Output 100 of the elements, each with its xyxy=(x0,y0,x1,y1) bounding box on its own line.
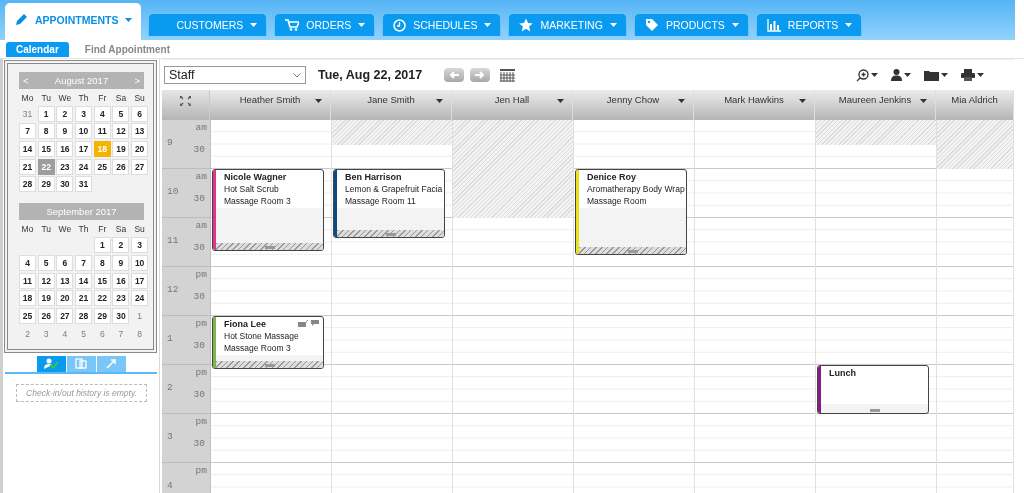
resize-handle[interactable] xyxy=(265,364,275,368)
calendar-day[interactable]: 8 xyxy=(37,123,55,140)
calendar-day[interactable]: 7 xyxy=(112,325,130,342)
calendar-day[interactable]: 20 xyxy=(56,290,74,307)
calendar-day[interactable]: 22 xyxy=(93,290,111,307)
calendar-day[interactable]: 14 xyxy=(75,272,93,289)
calendar-day[interactable]: 28 xyxy=(19,176,36,193)
calendar-day[interactable]: 7 xyxy=(75,254,93,271)
resize-handle[interactable] xyxy=(870,409,880,412)
calendar-day[interactable]: 14 xyxy=(19,141,36,158)
calendar-day[interactable]: 9 xyxy=(56,123,74,140)
resize-handle[interactable] xyxy=(628,249,638,253)
panel-tab[interactable] xyxy=(66,355,96,372)
calendar-day[interactable]: 21 xyxy=(75,290,93,307)
calendar-day[interactable]: 13 xyxy=(56,272,74,289)
resize-strip[interactable] xyxy=(216,361,323,369)
appointment-card[interactable]: Denice Roy Aromatherapy Body Wrap Massage Room xyxy=(575,169,687,255)
staff-column-header[interactable]: Mark Hawkins xyxy=(694,90,815,120)
calendar-day[interactable]: 1 xyxy=(131,307,149,324)
calendar-day[interactable]: 30 xyxy=(112,307,130,324)
calendar-day[interactable]: 28 xyxy=(75,307,93,324)
calendar-day[interactable]: 1 xyxy=(37,105,55,122)
calendar-day[interactable]: 21 xyxy=(19,158,36,175)
calendar-day[interactable]: 25 xyxy=(93,158,111,175)
calendar-day[interactable]: 30 xyxy=(56,176,74,193)
calendar-day[interactable]: 19 xyxy=(112,141,130,158)
appointment-card[interactable]: Fiona Lee Hot Stone Massage Massage Room 3 xyxy=(212,316,324,370)
toolbar-menu-button[interactable] xyxy=(856,68,878,82)
calendar-day[interactable]: 4 xyxy=(93,105,111,122)
calendar-day[interactable]: 27 xyxy=(131,158,149,175)
schedule-column[interactable]: Lunch xyxy=(816,120,937,493)
appointment-card[interactable]: Nicole Wagner Hot Salt Scrub Massage Room 3 xyxy=(212,169,324,251)
calendar-day[interactable]: 27 xyxy=(56,307,74,324)
schedule-column[interactable]: Nicole Wagner Hot Salt Scrub Massage Room 3 Fiona Lee Hot Stone Massage Massage Room 3 xyxy=(211,120,332,493)
calendar-day[interactable]: 18 xyxy=(19,290,36,307)
toolbar-menu-button[interactable] xyxy=(924,69,948,81)
panel-tab[interactable] xyxy=(96,355,126,372)
calendar-day[interactable]: 15 xyxy=(37,141,55,158)
calendar-day[interactable]: 1 xyxy=(93,237,111,254)
calendar-day[interactable]: 3 xyxy=(131,237,149,254)
calendar-grid-icon[interactable] xyxy=(500,68,516,82)
calendar-day[interactable]: 20 xyxy=(131,141,149,158)
calendar-day[interactable]: 29 xyxy=(93,307,111,324)
calendar-day[interactable]: 5 xyxy=(75,325,93,342)
expand-icon[interactable] xyxy=(180,96,191,106)
staff-column-header[interactable]: Jen Hall xyxy=(452,90,573,120)
schedule-column[interactable] xyxy=(453,120,574,493)
calendar-day[interactable]: 12 xyxy=(37,272,55,289)
calendar-day[interactable]: 2 xyxy=(56,105,74,122)
calendar-day[interactable]: 5 xyxy=(112,105,130,122)
toolbar-menu-button[interactable] xyxy=(891,69,911,81)
calendar-day[interactable]: 10 xyxy=(75,123,93,140)
resize-strip[interactable] xyxy=(337,230,444,238)
time-block-card[interactable]: Lunch xyxy=(817,365,929,414)
calendar-day[interactable]: 3 xyxy=(75,105,93,122)
calendar-day[interactable]: 5 xyxy=(37,254,55,271)
calendar-day[interactable]: 13 xyxy=(131,123,149,140)
calendar-day[interactable]: 2 xyxy=(19,325,36,342)
schedule-column[interactable] xyxy=(937,120,1014,493)
staff-column-header[interactable]: Heather Smith xyxy=(210,90,331,120)
sub-tab[interactable]: Find Appointment xyxy=(74,42,180,57)
appointment-card[interactable]: Ben Harrison Lemon & Grapefruit Facia Massage Room 11 xyxy=(333,169,445,239)
calendar-day[interactable]: 12 xyxy=(112,123,130,140)
calendar-day[interactable]: 3 xyxy=(37,325,55,342)
toolbar-menu-button[interactable] xyxy=(961,69,984,81)
calendar-day[interactable]: 2 xyxy=(112,237,130,254)
calendar-day[interactable]: 6 xyxy=(131,105,149,122)
nav-tab[interactable]: APPOINTMENTS xyxy=(5,3,142,40)
calendar-day[interactable]: 15 xyxy=(93,272,111,289)
calendar-day[interactable]: 23 xyxy=(56,158,74,175)
calendar-day[interactable]: 19 xyxy=(37,290,55,307)
calendar-day[interactable]: 23 xyxy=(112,290,130,307)
schedule-column[interactable] xyxy=(695,120,816,493)
calendar-day[interactable]: 16 xyxy=(56,141,74,158)
staff-column-header[interactable]: Jane Smith xyxy=(331,90,452,120)
calendar-day[interactable]: 11 xyxy=(93,123,111,140)
panel-tab[interactable] xyxy=(36,355,66,372)
schedule-column[interactable]: Denice Roy Aromatherapy Body Wrap Massage Room xyxy=(574,120,695,493)
calendar-day[interactable]: 24 xyxy=(131,290,149,307)
calendar-day[interactable]: 16 xyxy=(112,272,130,289)
calendar-day[interactable]: 25 xyxy=(19,307,36,324)
calendar-day[interactable]: 29 xyxy=(37,176,55,193)
calendar-day[interactable]: 9 xyxy=(112,254,130,271)
schedule-column[interactable]: Ben Harrison Lemon & Grapefruit Facia Massage Room 11 xyxy=(332,120,453,493)
resize-handle[interactable] xyxy=(386,233,396,237)
calendar-day[interactable]: 6 xyxy=(93,325,111,342)
prev-day-button[interactable] xyxy=(444,68,465,82)
calendar-day[interactable]: 31 xyxy=(19,105,36,122)
calendar-day[interactable]: 7 xyxy=(19,123,36,140)
calendar-day[interactable]: 10 xyxy=(131,254,149,271)
resize-handle[interactable] xyxy=(265,245,275,249)
calendar-day[interactable]: 24 xyxy=(75,158,93,175)
calendar-day[interactable]: 4 xyxy=(56,325,74,342)
view-select[interactable]: Staff xyxy=(164,66,306,84)
next-day-button[interactable] xyxy=(470,68,491,82)
calendar-day[interactable]: 17 xyxy=(75,141,93,158)
calendar-day[interactable]: 31 xyxy=(75,176,93,193)
calendar-day[interactable]: 6 xyxy=(56,254,74,271)
calendar-day[interactable]: 8 xyxy=(93,254,111,271)
calendar-day[interactable]: 17 xyxy=(131,272,149,289)
